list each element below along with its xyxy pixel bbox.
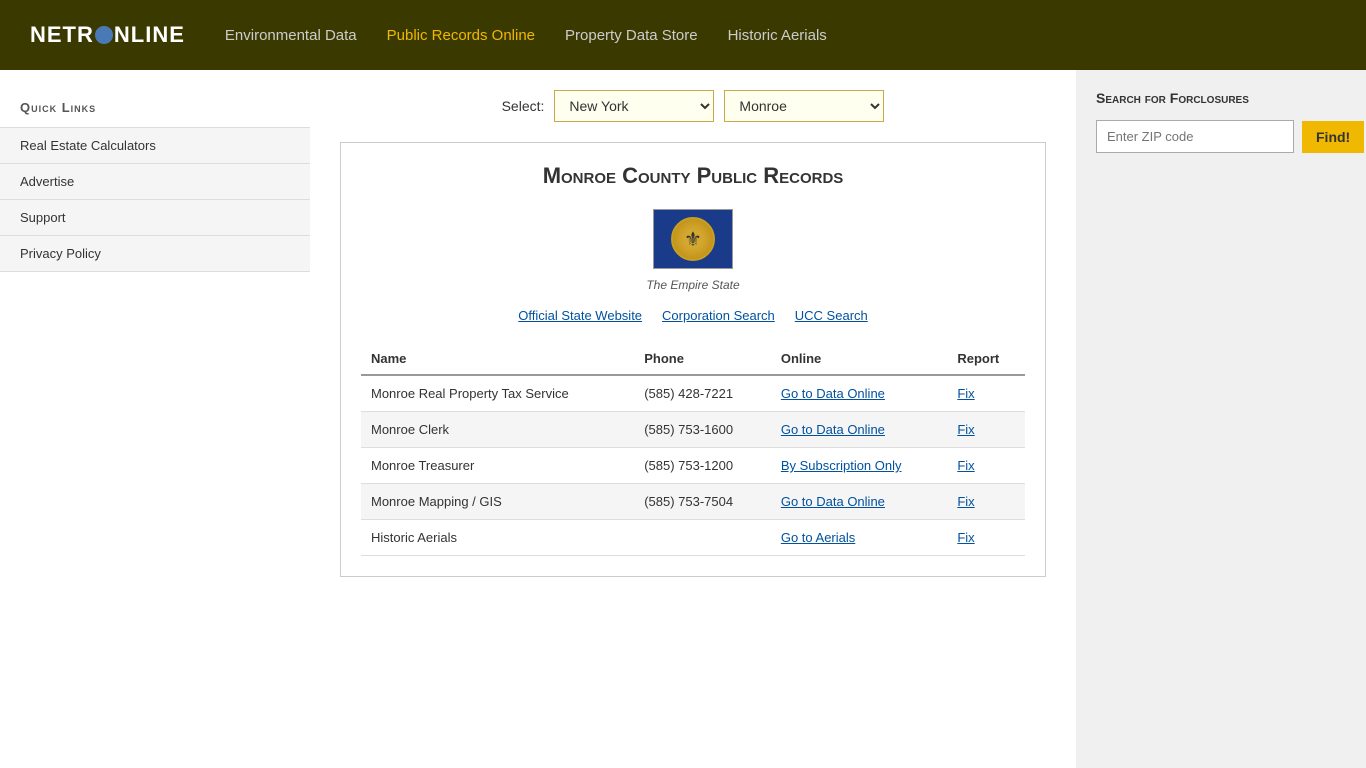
state-caption: The Empire State — [361, 278, 1025, 292]
col-header-report: Report — [947, 343, 1025, 375]
online-link[interactable]: Go to Data Online — [781, 494, 885, 509]
row-name: Monroe Treasurer — [361, 448, 634, 484]
row-report: Fix — [947, 375, 1025, 412]
nav-historic-aerials[interactable]: Historic Aerials — [728, 27, 827, 44]
main-nav: Environmental Data Public Records Online… — [225, 27, 827, 44]
corporation-search-link[interactable]: Corporation Search — [662, 308, 775, 323]
row-online: Go to Data Online — [771, 412, 947, 448]
foreclosure-form: Find! — [1096, 120, 1346, 153]
state-select[interactable]: New York Alabama Alaska Arizona Californ… — [554, 90, 714, 122]
county-title: Monroe County Public Records — [361, 163, 1025, 189]
row-name: Monroe Mapping / GIS — [361, 484, 634, 520]
state-flag-area: ⚜ The Empire State — [361, 209, 1025, 292]
table-row: Monroe Clerk(585) 753-1600 Go to Data Onl… — [361, 412, 1025, 448]
select-label: Select: — [502, 98, 545, 114]
sidebar-item-privacy[interactable]: Privacy Policy — [0, 235, 310, 272]
row-phone: (585) 428-7221 — [634, 375, 771, 412]
online-link[interactable]: Go to Data Online — [781, 386, 885, 401]
row-report: Fix — [947, 520, 1025, 556]
records-table: Name Phone Online Report Monroe Real Pro… — [361, 343, 1025, 556]
county-select[interactable]: Monroe Albany Bronx Erie Kings — [724, 90, 884, 122]
flag-seal-icon: ⚜ — [671, 217, 715, 261]
row-report: Fix — [947, 484, 1025, 520]
online-link[interactable]: Go to Aerials — [781, 530, 855, 545]
row-phone: (585) 753-1600 — [634, 412, 771, 448]
row-online: Go to Aerials — [771, 520, 947, 556]
table-row: Monroe Treasurer(585) 753-1200 By Subscri… — [361, 448, 1025, 484]
ucc-search-link[interactable]: UCC Search — [795, 308, 868, 323]
table-row: Monroe Real Property Tax Service(585) 42… — [361, 375, 1025, 412]
col-header-name: Name — [361, 343, 634, 375]
row-online: Go to Data Online — [771, 375, 947, 412]
table-row: Historic Aerials Go to Aerials Fix — [361, 520, 1025, 556]
table-row: Monroe Mapping / GIS(585) 753-7504 Go to … — [361, 484, 1025, 520]
state-links: Official State Website Corporation Searc… — [361, 308, 1025, 323]
state-flag-inner: ⚜ — [654, 210, 732, 268]
online-link[interactable]: By Subscription Only — [781, 458, 902, 473]
sidebar-item-advertise[interactable]: Advertise — [0, 163, 310, 199]
report-link[interactable]: Fix — [957, 422, 974, 437]
row-name: Monroe Real Property Tax Service — [361, 375, 634, 412]
table-body: Monroe Real Property Tax Service(585) 42… — [361, 375, 1025, 556]
logo[interactable]: NETRNLINE — [30, 22, 185, 48]
county-section: Monroe County Public Records ⚜ The Empir… — [340, 142, 1046, 577]
select-row: Select: New York Alabama Alaska Arizona … — [340, 90, 1046, 122]
row-name: Historic Aerials — [361, 520, 634, 556]
report-link[interactable]: Fix — [957, 458, 974, 473]
row-phone — [634, 520, 771, 556]
logo-globe-icon — [95, 26, 113, 44]
sidebar-item-calculators[interactable]: Real Estate Calculators — [0, 127, 310, 163]
row-online: By Subscription Only — [771, 448, 947, 484]
foreclosure-title: Search for Forclosures — [1096, 90, 1346, 106]
logo-area: NETRNLINE — [30, 22, 185, 48]
report-link[interactable]: Fix — [957, 494, 974, 509]
zip-input[interactable] — [1096, 120, 1294, 153]
row-phone: (585) 753-1200 — [634, 448, 771, 484]
state-flag: ⚜ — [653, 209, 733, 269]
row-report: Fix — [947, 412, 1025, 448]
header: NETRNLINE Environmental Data Public Reco… — [0, 0, 1366, 70]
col-header-online: Online — [771, 343, 947, 375]
report-link[interactable]: Fix — [957, 530, 974, 545]
nav-property-data[interactable]: Property Data Store — [565, 27, 698, 44]
nav-environmental[interactable]: Environmental Data — [225, 27, 357, 44]
online-link[interactable]: Go to Data Online — [781, 422, 885, 437]
nav-public-records[interactable]: Public Records Online — [387, 27, 535, 44]
sidebar-item-support[interactable]: Support — [0, 199, 310, 235]
official-state-link[interactable]: Official State Website — [518, 308, 642, 323]
sidebar: Quick Links Real Estate Calculators Adve… — [0, 70, 310, 768]
row-report: Fix — [947, 448, 1025, 484]
row-phone: (585) 753-7504 — [634, 484, 771, 520]
row-name: Monroe Clerk — [361, 412, 634, 448]
main-wrapper: Quick Links Real Estate Calculators Adve… — [0, 70, 1366, 768]
row-online: Go to Data Online — [771, 484, 947, 520]
content-area: Select: New York Alabama Alaska Arizona … — [310, 70, 1076, 768]
quick-links-title: Quick Links — [0, 90, 310, 127]
find-button[interactable]: Find! — [1302, 121, 1364, 153]
col-header-phone: Phone — [634, 343, 771, 375]
report-link[interactable]: Fix — [957, 386, 974, 401]
right-panel: Search for Forclosures Find! — [1076, 70, 1366, 768]
